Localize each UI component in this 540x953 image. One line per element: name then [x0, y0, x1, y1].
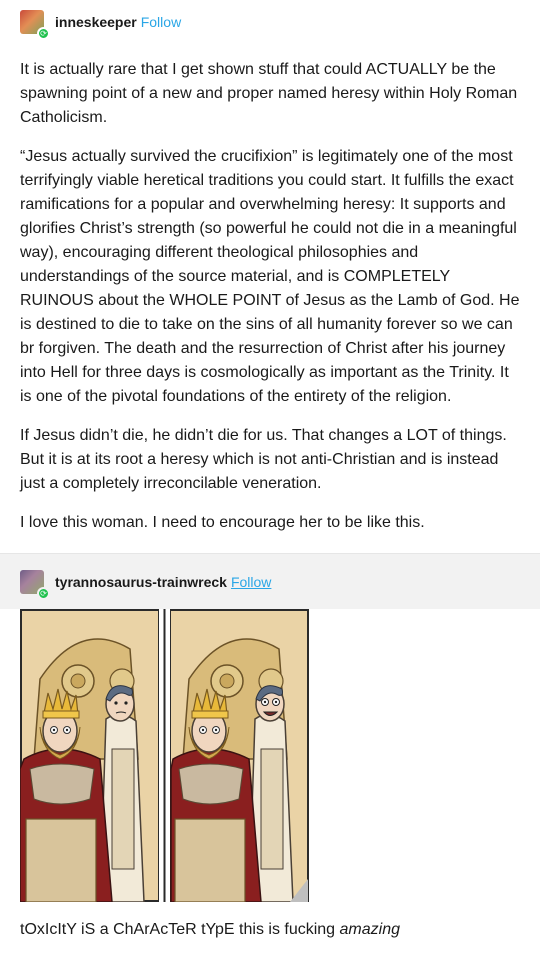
- caption-text: tOxIcItY iS a ChArAcTeR tYpE this is fuc…: [20, 921, 340, 938]
- reblog-icon: ⟳: [37, 27, 50, 40]
- username[interactable]: inneskeeper: [55, 14, 137, 30]
- follow-button[interactable]: Follow: [141, 14, 181, 30]
- post-caption: tOxIcItY iS a ChArAcTeR tYpE this is fuc…: [0, 902, 540, 942]
- paragraph: It is actually rare that I get shown stu…: [20, 61, 518, 126]
- comic-image[interactable]: [20, 609, 309, 902]
- post-header-inneskeeper: ⟳ inneskeeper Follow: [0, 0, 540, 44]
- username[interactable]: tyrannosaurus-trainwreck: [55, 574, 227, 590]
- reblog-icon: ⟳: [37, 586, 50, 600]
- comic-image-container: [0, 609, 540, 902]
- paragraph: If Jesus didn’t die, he didn’t die for u…: [20, 427, 507, 492]
- avatar[interactable]: ⟳: [20, 10, 50, 40]
- paragraph: “Jesus actually survived the crucifixion…: [20, 148, 520, 405]
- follow-button[interactable]: Follow: [231, 574, 271, 590]
- paragraph: I love this woman. I need to encourage h…: [20, 514, 425, 531]
- post-header-tyrannosaurus-trainwreck: ⟳ tyrannosaurus-trainwreck Follow: [0, 553, 540, 609]
- post-body: It is actually rare that I get shown stu…: [0, 44, 540, 535]
- caption-emphasis: amazing: [339, 921, 401, 938]
- avatar[interactable]: ⟳: [20, 569, 50, 600]
